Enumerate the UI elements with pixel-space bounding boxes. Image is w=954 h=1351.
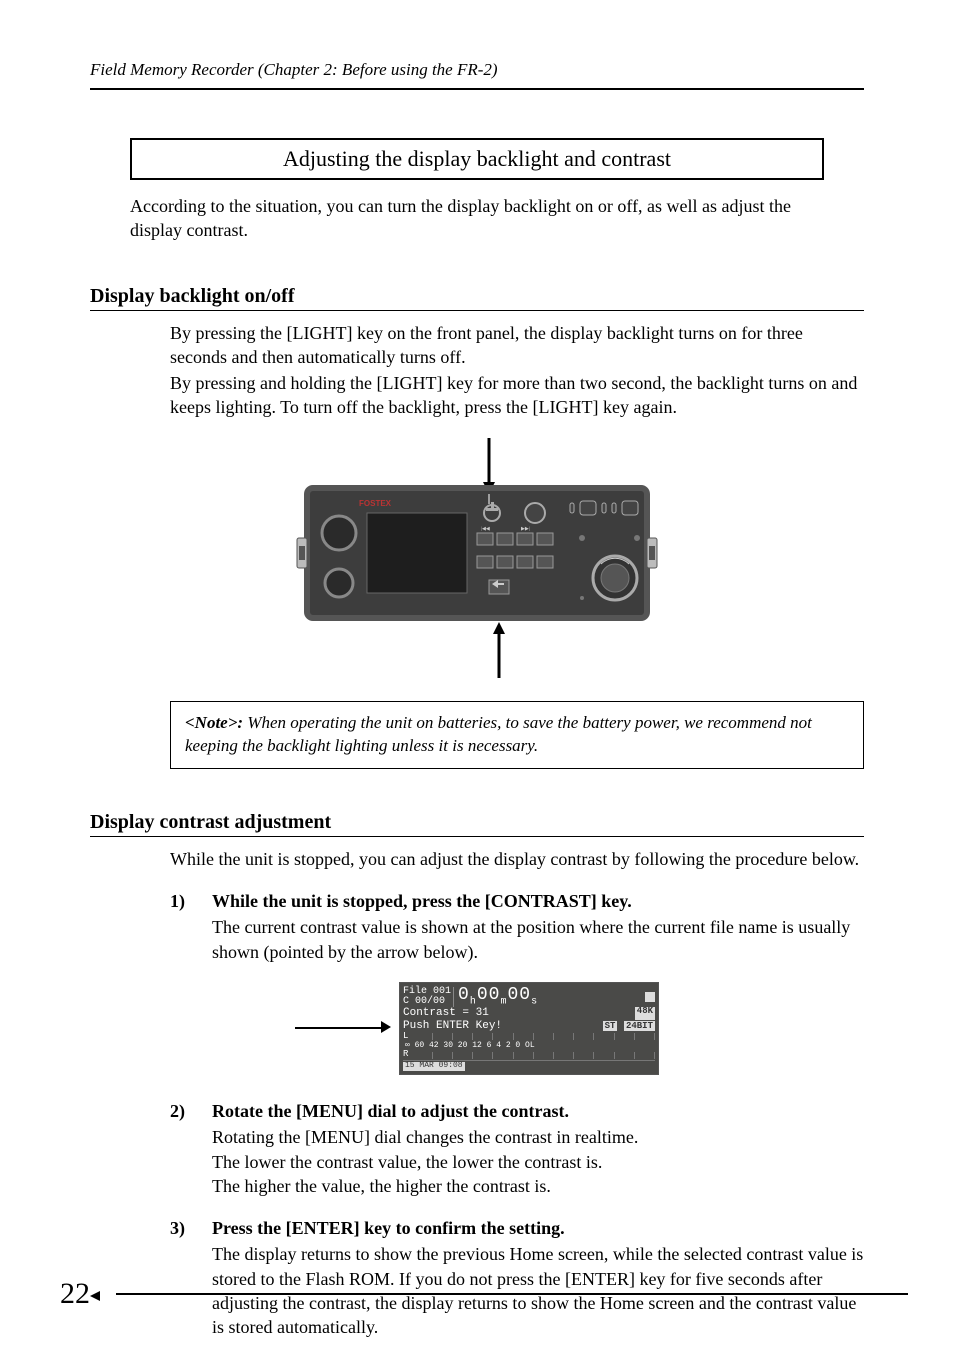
step-1-body: The current contrast value is shown at t… — [212, 915, 864, 964]
note-label: <Note>: — [185, 713, 243, 732]
section-title-box: Adjusting the display backlight and cont… — [130, 138, 824, 180]
step-3-heading: Press the [ENTER] key to confirm the set… — [212, 1216, 565, 1240]
lcd-datetime: 15 MAR 09:08 — [403, 1062, 465, 1071]
lcd-time: 0h00m00s — [458, 986, 641, 1008]
step-2: 2) Rotate the [MENU] dial to adjust the … — [170, 1099, 864, 1198]
lcd-samplerate-badge: 48K — [635, 1007, 655, 1019]
lcd-contrast-value: Contrast = 31 — [403, 1007, 489, 1019]
subheading-contrast: Display contrast adjustment — [90, 811, 864, 837]
step-1-heading: While the unit is stopped, press the [CO… — [212, 889, 632, 913]
step-2-number: 2) — [170, 1099, 212, 1123]
lcd-file-bottom: C 00/00 — [403, 997, 451, 1007]
svg-text:▶▶|: ▶▶| — [521, 526, 530, 532]
step-2-line-1: Rotating the [MENU] dial changes the con… — [212, 1125, 864, 1149]
step-2-line-3: The higher the value, the higher the con… — [212, 1174, 864, 1198]
backlight-p2: By pressing and holding the [LIGHT] key … — [170, 371, 864, 420]
step-1: 1) While the unit is stopped, press the … — [170, 889, 864, 964]
running-header-text: Field Memory Recorder (Chapter 2: Before… — [90, 60, 864, 80]
section-intro: According to the situation, you can turn… — [130, 194, 824, 243]
page-number: 22 — [60, 1277, 908, 1311]
svg-text:|◀◀: |◀◀ — [481, 526, 490, 532]
backlight-body: By pressing the [LIGHT] key on the front… — [170, 321, 864, 420]
backlight-p1: By pressing the [LIGHT] key on the front… — [170, 321, 864, 370]
step-2-heading: Rotate the [MENU] dial to adjust the con… — [212, 1099, 569, 1123]
note-box: <Note>: When operating the unit on batte… — [170, 701, 864, 769]
step-2-line-2: The lower the contrast value, the lower … — [212, 1150, 864, 1174]
subheading-backlight: Display backlight on/off — [90, 285, 864, 311]
step-1-number: 1) — [170, 889, 212, 913]
stop-icon — [645, 992, 655, 1002]
lcd-st-badge: ST — [603, 1021, 618, 1031]
lcd-meter-r-label: R — [403, 1050, 408, 1060]
lcd-scale: ∞ 60 42 30 20 12 6 4 2 0 OL — [403, 1042, 655, 1051]
running-header: Field Memory Recorder (Chapter 2: Before… — [90, 60, 864, 90]
lcd-meter-l — [412, 1033, 655, 1040]
lcd-meter-r — [412, 1052, 655, 1059]
lcd-prompt: Push ENTER Key! — [403, 1020, 502, 1032]
lcd-bitdepth-badge: 24BIT — [624, 1021, 655, 1031]
step-3-number: 3) — [170, 1216, 212, 1240]
lcd-illustration: File 001 C 00/00 0h00m00s Contrast = 31 … — [90, 982, 864, 1075]
lcd-screen: File 001 C 00/00 0h00m00s Contrast = 31 … — [399, 982, 659, 1075]
contrast-intro: While the unit is stopped, you can adjus… — [170, 847, 864, 871]
device-svg: FOSTEX |◀◀ ▶▶| — [267, 438, 687, 678]
note-text: When operating the unit on batteries, to… — [185, 713, 812, 755]
device-illustration: FOSTEX |◀◀ ▶▶| — [90, 438, 864, 683]
device-brand-text: FOSTEX — [359, 499, 392, 508]
arrow-to-lcd — [295, 1017, 391, 1039]
